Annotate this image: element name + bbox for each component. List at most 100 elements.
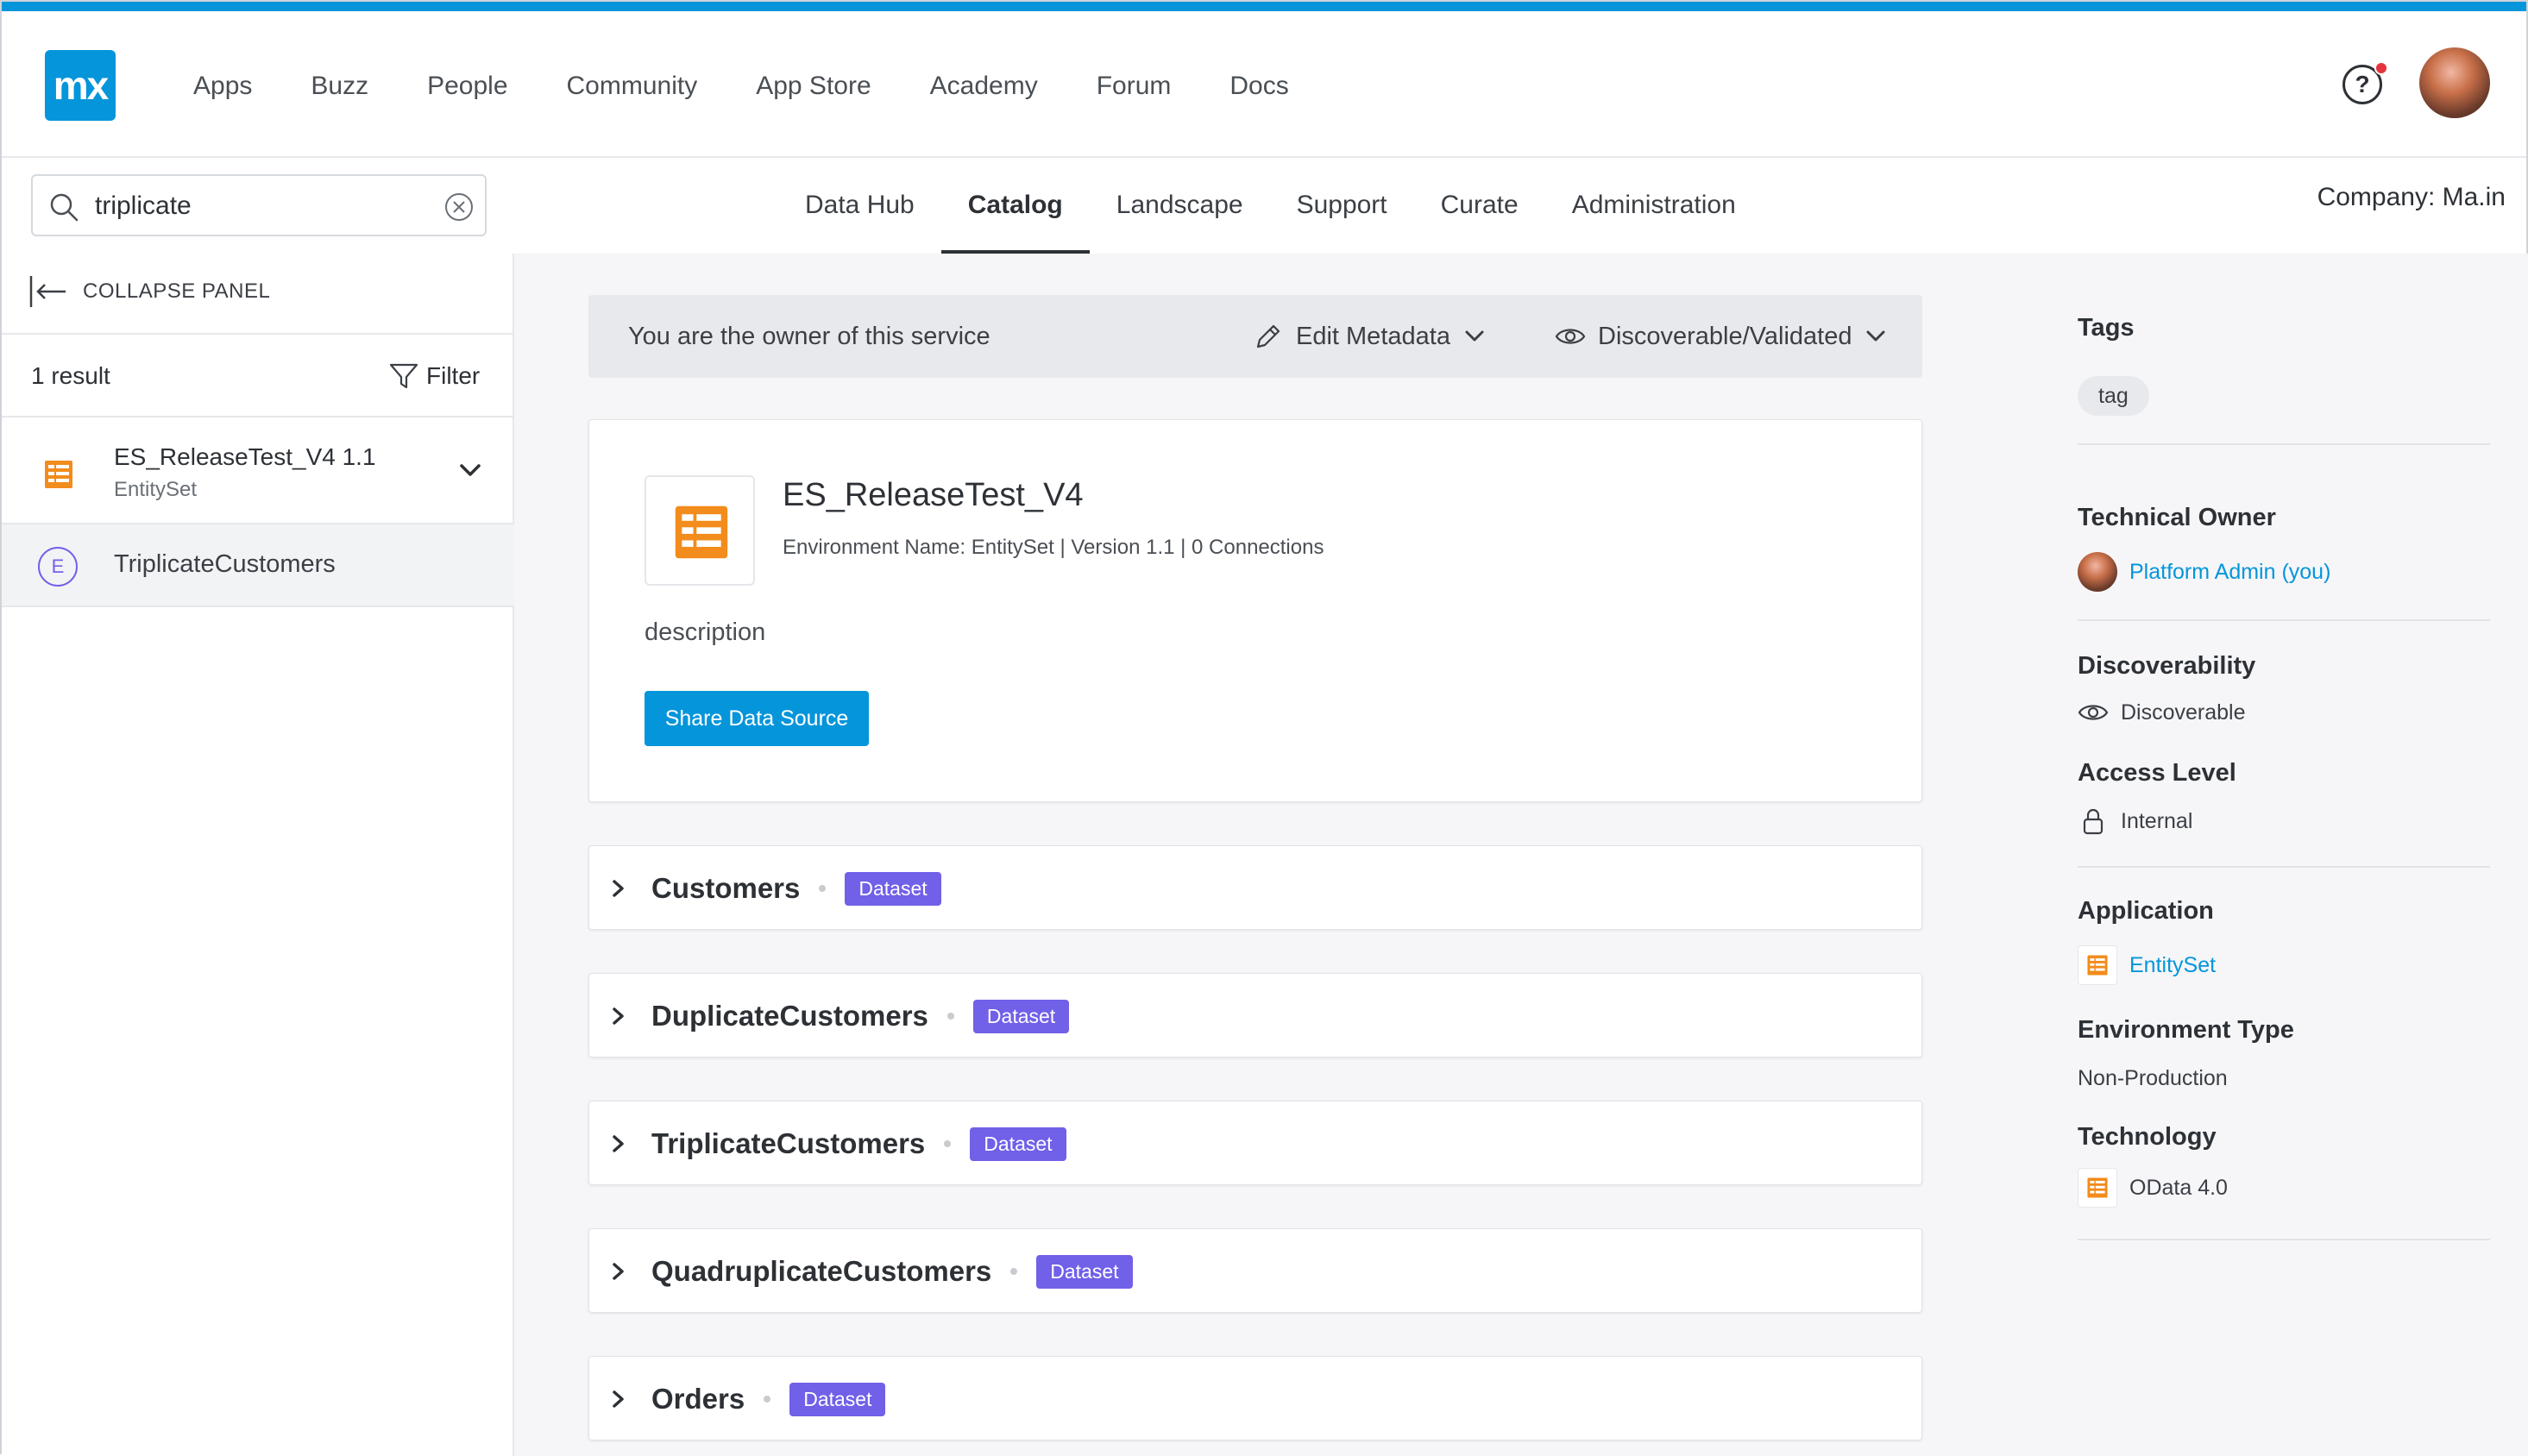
discoverability-dropdown[interactable]: Discoverable/Validated — [1555, 317, 1888, 355]
search-input[interactable] — [93, 185, 421, 228]
nav-buzz[interactable]: Buzz — [311, 72, 368, 101]
tag-chip[interactable]: tag — [2078, 376, 2149, 416]
results-count: 1 result — [31, 362, 110, 389]
main-content: You are the owner of this service Edit M… — [514, 254, 2024, 1456]
company-label: Company: Ma.in — [2317, 183, 2506, 211]
separator-dot — [764, 1396, 771, 1403]
lock-icon — [2083, 808, 2104, 835]
result-type: EntitySet — [114, 478, 198, 501]
access-level-heading: Access Level — [2078, 759, 2236, 787]
owner-link[interactable]: Platform Admin (you) — [2129, 560, 2330, 585]
main-nav: Apps Buzz People Community App Store Aca… — [193, 56, 1289, 116]
technical-owner-heading: Technical Owner — [2078, 504, 2276, 531]
tab-catalog[interactable]: Catalog — [940, 157, 1090, 254]
filter-icon — [389, 363, 418, 389]
dataset-name: DuplicateCustomers — [651, 1000, 928, 1032]
nav-people[interactable]: People — [427, 72, 507, 101]
discoverability-value: Discoverable — [2121, 700, 2246, 725]
search-box — [31, 174, 487, 236]
application-link[interactable]: EntitySet — [2129, 953, 2216, 978]
chevron-right-icon — [613, 880, 624, 897]
dataset-row[interactable]: TriplicateCustomers Dataset — [588, 1101, 1922, 1185]
mendix-logo[interactable]: mx — [45, 50, 116, 121]
separator-dot — [1010, 1268, 1018, 1275]
dataset-name: TriplicateCustomers — [651, 1127, 926, 1159]
dataset-name: QuadruplicateCustomers — [651, 1255, 992, 1287]
list-item[interactable]: ES_ReleaseTest_V4 1.1 EntitySet — [2, 417, 514, 524]
tab-curate[interactable]: Curate — [1414, 157, 1545, 254]
technology-value: OData 4.0 — [2129, 1175, 2228, 1200]
environment-type-value: Non-Production — [2078, 1066, 2228, 1090]
dataset-name: Customers — [651, 872, 801, 904]
user-avatar[interactable] — [2419, 47, 2490, 118]
filter-label: Filter — [426, 362, 481, 389]
pencil-icon — [1256, 324, 1280, 348]
technology-icon — [2078, 1168, 2117, 1208]
service-meta: Environment Name: EntitySet | Version 1.… — [783, 536, 1324, 559]
divider — [2078, 866, 2490, 868]
divider — [2078, 443, 2490, 445]
divider — [2078, 619, 2490, 621]
list-item-entity[interactable]: E TriplicateCustomers — [2, 524, 514, 607]
top-accent-bar — [2, 2, 2526, 11]
edit-metadata-button[interactable]: Edit Metadata — [1253, 317, 1487, 355]
nav-community[interactable]: Community — [567, 72, 698, 101]
dataset-row[interactable]: Orders Dataset — [588, 1356, 1922, 1440]
application-icon — [2078, 945, 2117, 985]
discoverability-heading: Discoverability — [2078, 652, 2256, 680]
dataset-row[interactable]: QuadruplicateCustomers Dataset — [588, 1228, 1922, 1313]
service-title: ES_ReleaseTest_V4 — [783, 477, 1084, 513]
dataset-badge: Dataset — [789, 1382, 886, 1416]
access-level-value-row: Internal — [2078, 806, 2192, 837]
dataset-badge: Dataset — [1036, 1254, 1133, 1289]
tab-data-hub[interactable]: Data Hub — [778, 157, 941, 254]
separator-dot — [819, 885, 827, 892]
dataset-badge: Dataset — [845, 871, 941, 906]
collapse-panel-label: COLLAPSE PANEL — [83, 279, 271, 303]
dataset-badge: Dataset — [972, 999, 1070, 1033]
entity-name: TriplicateCustomers — [114, 550, 336, 578]
chevron-down-icon — [1866, 330, 1885, 342]
discoverability-label: Discoverable/Validated — [1598, 322, 1852, 350]
chevron-right-icon — [613, 1263, 624, 1280]
nav-forum[interactable]: Forum — [1097, 72, 1172, 101]
entity-icon: E — [38, 547, 78, 587]
notification-dot — [2374, 61, 2388, 75]
owner-bar: You are the owner of this service Edit M… — [588, 295, 1922, 378]
dataset-icon — [675, 505, 728, 559]
divider — [2078, 1239, 2490, 1240]
tab-administration[interactable]: Administration — [1545, 157, 1763, 254]
top-navigation: mx Apps Buzz People Community App Store … — [2, 11, 2526, 158]
nav-apps[interactable]: Apps — [193, 72, 252, 101]
search-icon — [50, 193, 79, 222]
collapse-panel-button[interactable]: COLLAPSE PANEL — [2, 254, 514, 335]
chevron-down-icon[interactable] — [457, 461, 483, 481]
service-icon-box — [645, 475, 755, 586]
dataset-row[interactable]: Customers Dataset — [588, 845, 1922, 930]
nav-docs[interactable]: Docs — [1229, 72, 1288, 101]
dataset-badge: Dataset — [970, 1127, 1066, 1161]
dataset-row[interactable]: DuplicateCustomers Dataset — [588, 973, 1922, 1057]
eye-icon — [2078, 705, 2109, 720]
collapse-arrow-icon — [29, 276, 66, 307]
tab-support[interactable]: Support — [1270, 157, 1414, 254]
service-description: description — [645, 618, 766, 646]
service-card: ES_ReleaseTest_V4 Environment Name: Enti… — [588, 419, 1922, 802]
chevron-right-icon — [613, 1007, 624, 1025]
nav-app-store[interactable]: App Store — [756, 72, 871, 101]
chevron-right-icon — [613, 1135, 624, 1152]
separator-dot — [944, 1140, 952, 1147]
chevron-down-icon — [1465, 330, 1484, 342]
nav-academy[interactable]: Academy — [930, 72, 1038, 101]
owner-message: You are the owner of this service — [628, 323, 990, 350]
eye-icon — [1555, 329, 1586, 344]
environment-type-heading: Environment Type — [2078, 1016, 2294, 1044]
tab-landscape[interactable]: Landscape — [1090, 157, 1270, 254]
share-data-source-button[interactable]: Share Data Source — [645, 691, 869, 746]
clear-search-icon[interactable] — [443, 191, 475, 223]
discoverability-value-row: Discoverable — [2078, 697, 2246, 728]
owner-avatar — [2078, 552, 2117, 592]
dataset-name: Orders — [651, 1383, 745, 1415]
results-header: 1 result Filter — [2, 335, 514, 417]
filter-button[interactable]: Filter — [388, 357, 480, 395]
